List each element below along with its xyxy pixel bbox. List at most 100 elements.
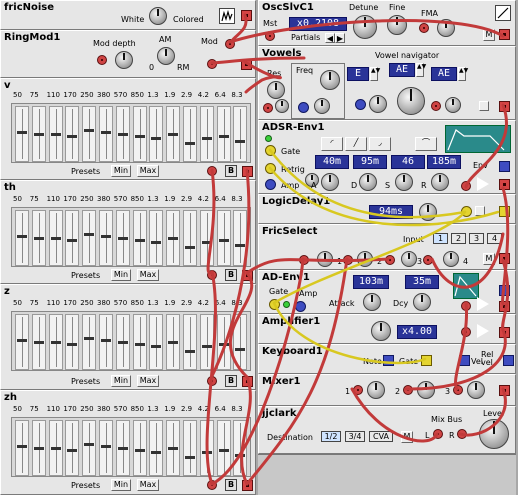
slider-thumb[interactable] bbox=[218, 239, 229, 243]
env-in-jack[interactable] bbox=[461, 181, 471, 191]
amp-in-jack[interactable] bbox=[461, 327, 471, 337]
ratio-display[interactable]: x0.2108 bbox=[289, 17, 347, 31]
relvel-out-jack[interactable] bbox=[503, 355, 514, 366]
adenv-gate-jack[interactable] bbox=[269, 299, 280, 310]
slider-thumb[interactable] bbox=[168, 447, 179, 450]
eq-band-slider[interactable] bbox=[149, 210, 164, 266]
eq-v-in-jack[interactable] bbox=[207, 166, 217, 176]
mix-level-2-knob[interactable] bbox=[417, 381, 435, 399]
eq-band-slider[interactable] bbox=[99, 210, 113, 266]
eq-band-slider[interactable] bbox=[115, 420, 130, 476]
retrig-in-jack[interactable] bbox=[265, 163, 276, 174]
res-knob[interactable] bbox=[267, 81, 285, 99]
eq-zh-in-jack[interactable] bbox=[207, 480, 217, 490]
slider-thumb[interactable] bbox=[101, 444, 111, 448]
fma-knob[interactable] bbox=[437, 19, 455, 37]
slider-thumb[interactable] bbox=[134, 239, 145, 243]
slider-thumb[interactable] bbox=[67, 449, 78, 453]
output-mute-button[interactable]: M bbox=[401, 431, 413, 443]
port-3-jack[interactable] bbox=[423, 255, 433, 265]
sync-button[interactable] bbox=[495, 5, 511, 21]
ctrl-in-jack[interactable] bbox=[299, 255, 309, 265]
env-out-jack[interactable] bbox=[499, 179, 510, 190]
eq-band-slider[interactable] bbox=[183, 106, 197, 162]
slider-thumb[interactable] bbox=[235, 347, 246, 351]
mix-level-3-knob[interactable] bbox=[467, 381, 485, 399]
slider-thumb[interactable] bbox=[84, 442, 95, 446]
input-tab-2[interactable]: 2 bbox=[451, 233, 466, 244]
slider-thumb[interactable] bbox=[134, 343, 145, 347]
eq-band-slider[interactable] bbox=[115, 314, 130, 370]
eq-band-slider[interactable] bbox=[31, 210, 46, 266]
slider-thumb[interactable] bbox=[33, 133, 44, 136]
slider-thumb[interactable] bbox=[67, 239, 78, 243]
vowels-level-knob[interactable] bbox=[445, 97, 461, 113]
eq-band-slider[interactable] bbox=[48, 314, 63, 370]
eq-band-slider[interactable] bbox=[82, 106, 97, 162]
mixer-out-jack[interactable] bbox=[499, 385, 510, 396]
eq-band-slider[interactable] bbox=[149, 106, 164, 162]
partials-up-button[interactable]: ▶ bbox=[335, 33, 345, 43]
slider-thumb[interactable] bbox=[185, 141, 195, 145]
eq-band-slider[interactable] bbox=[65, 210, 80, 266]
slider-thumb[interactable] bbox=[50, 341, 61, 344]
eq-band-slider[interactable] bbox=[82, 420, 97, 476]
curve-log-button[interactable]: ◜ bbox=[321, 137, 343, 151]
mix-in-2-jack[interactable] bbox=[403, 385, 413, 395]
slider-thumb[interactable] bbox=[84, 336, 95, 340]
eq-band-slider[interactable] bbox=[199, 420, 214, 476]
adenv-attack-knob[interactable] bbox=[363, 293, 381, 311]
gate-in-jack[interactable] bbox=[265, 145, 276, 156]
slider-thumb[interactable] bbox=[84, 232, 95, 236]
eq-z-out-jack[interactable] bbox=[242, 376, 253, 387]
curve-exp-button[interactable]: ◞ bbox=[369, 137, 391, 151]
slider-thumb[interactable] bbox=[17, 338, 27, 342]
eq-band-slider[interactable] bbox=[216, 420, 231, 476]
max-button[interactable]: Max bbox=[137, 269, 159, 281]
fricselect-mute-button[interactable]: M bbox=[483, 253, 495, 265]
eq-z-in-jack[interactable] bbox=[207, 376, 217, 386]
bypass-button[interactable]: B bbox=[225, 375, 237, 387]
slider-thumb[interactable] bbox=[101, 234, 111, 238]
eq-band-slider[interactable] bbox=[132, 210, 147, 266]
release-knob[interactable] bbox=[431, 173, 449, 191]
slider-thumb[interactable] bbox=[201, 137, 212, 141]
out-l-jack[interactable] bbox=[433, 429, 443, 439]
mod-in-jack[interactable] bbox=[225, 39, 235, 49]
eq-v-out-jack[interactable] bbox=[242, 166, 253, 177]
eq-band-slider[interactable] bbox=[65, 420, 80, 476]
slider-thumb[interactable] bbox=[50, 133, 61, 136]
slider-thumb[interactable] bbox=[117, 133, 128, 136]
slider-thumb[interactable] bbox=[151, 451, 162, 455]
vowel-b-display[interactable]: AE bbox=[389, 63, 415, 77]
eq-band-slider[interactable] bbox=[216, 106, 231, 162]
dest-1-2-button[interactable]: 1/2 bbox=[321, 431, 341, 442]
eq-band-slider[interactable] bbox=[183, 314, 197, 370]
slider-thumb[interactable] bbox=[185, 455, 195, 459]
eq-band-slider[interactable] bbox=[99, 420, 113, 476]
slider-thumb[interactable] bbox=[201, 345, 212, 349]
eq-band-slider[interactable] bbox=[31, 420, 46, 476]
dest-3-4-button[interactable]: 3/4 bbox=[345, 431, 365, 442]
min-button[interactable]: Min bbox=[111, 269, 131, 281]
vowels-audio-in-jack[interactable] bbox=[431, 101, 441, 111]
eq-band-slider[interactable] bbox=[48, 106, 63, 162]
slider-thumb[interactable] bbox=[235, 139, 246, 143]
slider-thumb[interactable] bbox=[201, 241, 212, 245]
eq-band-slider[interactable] bbox=[166, 314, 181, 370]
bypass-button[interactable]: B bbox=[225, 165, 237, 177]
slider-thumb[interactable] bbox=[134, 449, 145, 453]
eq-band-slider[interactable] bbox=[48, 420, 63, 476]
mix-level-1-knob[interactable] bbox=[367, 381, 385, 399]
select-level-1-knob[interactable] bbox=[317, 251, 333, 267]
eq-band-slider[interactable] bbox=[82, 314, 97, 370]
eq-band-slider[interactable] bbox=[183, 420, 197, 476]
release-display[interactable]: 185m bbox=[427, 155, 461, 169]
min-button[interactable]: Min bbox=[111, 375, 131, 387]
max-button[interactable]: Max bbox=[137, 375, 159, 387]
max-button[interactable]: Max bbox=[137, 479, 159, 491]
select-level-3-knob[interactable] bbox=[401, 251, 417, 267]
partials-down-button[interactable]: ◀ bbox=[325, 33, 335, 43]
res-mod-knob[interactable] bbox=[275, 99, 289, 113]
input-tab-1[interactable]: 1 bbox=[433, 233, 448, 244]
